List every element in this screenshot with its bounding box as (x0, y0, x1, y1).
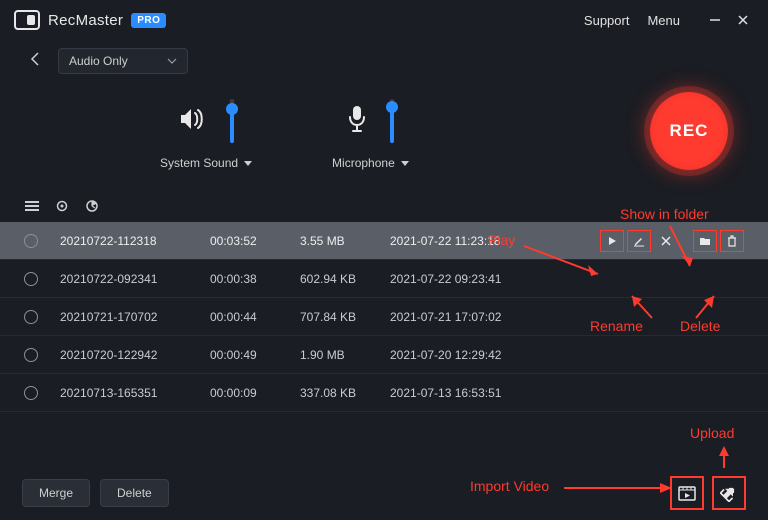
title-bar: RecMaster PRO Support Menu (0, 0, 768, 40)
app-title: RecMaster (48, 12, 123, 29)
microphone-label: Microphone (332, 156, 395, 170)
recording-name: 20210722-092341 (60, 272, 210, 286)
recording-duration: 00:00:09 (210, 386, 300, 400)
list-view-switcher (0, 194, 768, 222)
microphone-dropdown[interactable]: Microphone (332, 156, 409, 170)
recordings-table: 20210722-112318 00:03:52 3.55 MB 2021-07… (0, 222, 768, 412)
merge-button[interactable]: Merge (22, 479, 90, 507)
rename-action-icon[interactable] (627, 230, 651, 252)
recording-name: 20210722-112318 (60, 234, 210, 248)
app-logo-icon (14, 10, 40, 30)
controls-area: System Sound Microphone REC (0, 74, 768, 194)
recording-duration: 00:00:49 (210, 348, 300, 362)
recording-size: 337.08 KB (300, 386, 390, 400)
table-row[interactable]: 20210722-112318 00:03:52 3.55 MB 2021-07… (0, 222, 768, 260)
delete-button[interactable]: Delete (100, 479, 169, 507)
row-select-ring[interactable] (24, 234, 38, 248)
chevron-down-icon (244, 161, 252, 166)
recording-size: 707.84 KB (300, 310, 390, 324)
play-action-icon[interactable] (600, 230, 624, 252)
recording-size: 602.94 KB (300, 272, 390, 286)
upload-button[interactable] (712, 476, 746, 510)
show-folder-action-icon[interactable] (693, 230, 717, 252)
recording-size: 3.55 MB (300, 234, 390, 248)
table-row[interactable]: 20210722-092341 00:00:38 602.94 KB 2021-… (0, 260, 768, 298)
mic-volume-slider[interactable] (390, 99, 394, 143)
pro-badge: PRO (131, 13, 166, 28)
mode-row: Audio Only (0, 40, 768, 74)
recording-date: 2021-07-21 17:07:02 (390, 310, 550, 324)
record-button-label: REC (670, 121, 709, 141)
system-sound-control: System Sound (160, 96, 252, 170)
recording-date: 2021-07-22 09:23:41 (390, 272, 550, 286)
delete-action-icon[interactable] (720, 230, 744, 252)
recording-date: 2021-07-20 12:29:42 (390, 348, 550, 362)
footer: Merge Delete (0, 466, 768, 520)
microphone-control: Microphone (332, 96, 409, 170)
recording-duration: 00:00:38 (210, 272, 300, 286)
row-select-ring[interactable] (24, 348, 38, 362)
menu-link[interactable]: Menu (647, 13, 680, 28)
system-sound-label: System Sound (160, 156, 238, 170)
table-row[interactable]: 20210720-122942 00:00:49 1.90 MB 2021-07… (0, 336, 768, 374)
recording-name: 20210713-165351 (60, 386, 210, 400)
row-select-ring[interactable] (24, 310, 38, 324)
annotation-upload: Upload (690, 425, 734, 441)
microphone-icon (346, 104, 368, 139)
recording-size: 1.90 MB (300, 348, 390, 362)
recording-date: 2021-07-13 16:53:51 (390, 386, 550, 400)
close-button[interactable] (732, 9, 754, 31)
recording-name: 20210721-170702 (60, 310, 210, 324)
mode-dropdown[interactable]: Audio Only (58, 48, 188, 74)
back-button[interactable] (30, 52, 42, 71)
system-volume-slider[interactable] (230, 99, 234, 143)
gear-small-icon[interactable] (54, 198, 70, 214)
row-select-ring[interactable] (24, 386, 38, 400)
mode-dropdown-label: Audio Only (69, 54, 128, 68)
minimize-button[interactable] (704, 9, 726, 31)
cut-action-icon[interactable] (654, 230, 678, 252)
chevron-down-icon (167, 57, 177, 65)
table-row[interactable]: 20210713-165351 00:00:09 337.08 KB 2021-… (0, 374, 768, 412)
recording-duration: 00:03:52 (210, 234, 300, 248)
speaker-icon (178, 106, 208, 137)
row-select-ring[interactable] (24, 272, 38, 286)
schedule-icon[interactable] (84, 198, 100, 214)
chevron-down-icon (401, 161, 409, 166)
support-link[interactable]: Support (584, 13, 630, 28)
list-view-icon[interactable] (24, 198, 40, 214)
table-row[interactable]: 20210721-170702 00:00:44 707.84 KB 2021-… (0, 298, 768, 336)
recording-duration: 00:00:44 (210, 310, 300, 324)
recording-name: 20210720-122942 (60, 348, 210, 362)
import-video-button[interactable] (670, 476, 704, 510)
record-button[interactable]: REC (650, 92, 728, 170)
recording-date: 2021-07-22 11:23:18 (390, 234, 550, 248)
system-sound-dropdown[interactable]: System Sound (160, 156, 252, 170)
